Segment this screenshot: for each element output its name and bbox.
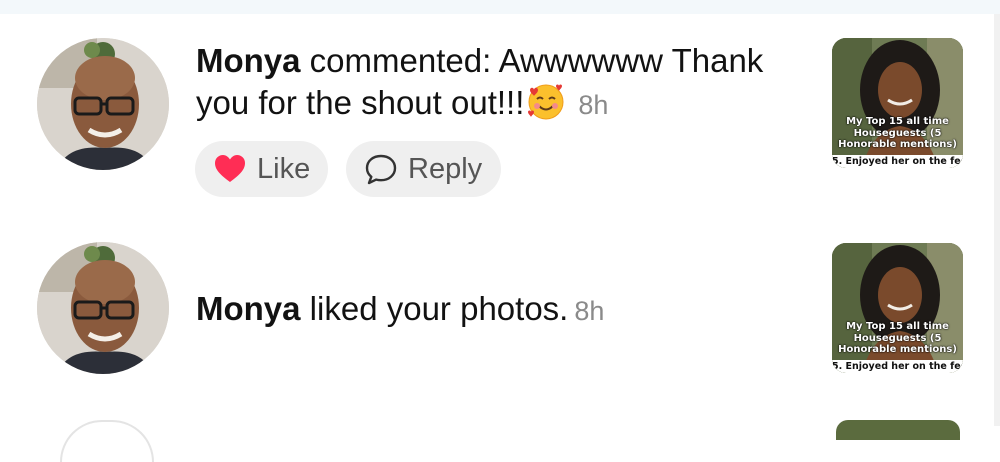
timestamp: 8h: [578, 90, 609, 120]
thumbnail-subcaption: 5. Enjoyed her on the feeds: [832, 155, 963, 168]
post-thumbnail[interactable]: My Top 15 all time Houseguests (5 Honora…: [832, 243, 963, 373]
reply-label: Reply: [408, 152, 483, 185]
notification-item-partial[interactable]: [0, 414, 1000, 462]
notification-text: Monya liked your photos. 8h: [196, 288, 796, 332]
avatar[interactable]: [60, 420, 154, 462]
username[interactable]: Monya: [196, 42, 301, 79]
post-thumbnail[interactable]: [836, 420, 960, 440]
smiling-face-with-hearts-icon: [528, 84, 564, 120]
thumbnail-caption: My Top 15 all time Houseguests (5 Honora…: [838, 116, 957, 150]
thumbnail-subcaption: 5. Enjoyed her on the feeds: [832, 360, 963, 373]
heart-icon: [215, 155, 245, 182]
timestamp: 8h: [574, 296, 605, 326]
avatar[interactable]: [37, 38, 169, 170]
like-button[interactable]: Like: [195, 141, 328, 197]
header-strip: [0, 0, 1000, 14]
like-label: Like: [257, 152, 311, 185]
avatar[interactable]: [37, 242, 169, 374]
notification-text: Monya commented: Awwwwww Thank you for t…: [196, 40, 796, 126]
username[interactable]: Monya: [196, 290, 301, 327]
notification-item[interactable]: Monya commented: Awwwwww Thank you for t…: [0, 36, 1000, 206]
reply-button[interactable]: Reply: [346, 141, 501, 197]
post-thumbnail[interactable]: My Top 15 all time Houseguests (5 Honora…: [832, 38, 963, 168]
avatar-photo: [37, 38, 169, 170]
thumbnail-caption: My Top 15 all time Houseguests (5 Honora…: [838, 321, 957, 355]
notification-item[interactable]: Monya liked your photos. 8h My Top 15 all…: [0, 240, 1000, 380]
notification-message: liked your photos.: [300, 290, 569, 327]
avatar-photo: [37, 242, 169, 374]
speech-bubble-icon: [365, 154, 397, 185]
